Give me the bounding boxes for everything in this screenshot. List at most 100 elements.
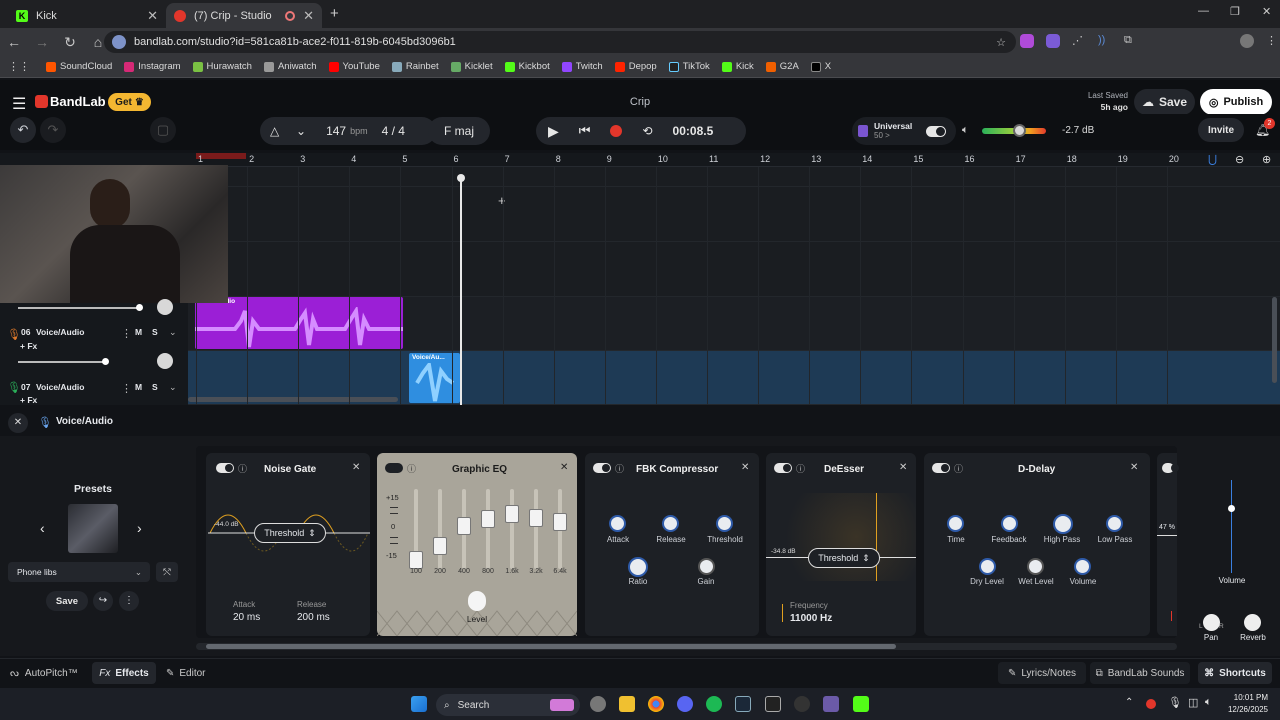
get-membership-button[interactable]: Get ♛ [108,93,151,111]
extensions-puzzle-icon[interactable]: ⧉ [1124,34,1138,48]
track-volume-slider[interactable] [18,304,143,311]
track-menu-icon[interactable]: ⋮ [121,382,132,395]
pan-knob[interactable] [1203,614,1220,631]
forward-icon[interactable]: → [28,34,56,50]
fx-scrollbar-thumb[interactable] [206,644,896,649]
zoom-out-icon[interactable]: ⊖ [1235,153,1244,166]
metronome-menu-icon[interactable]: ⌄ [296,124,306,138]
time-knob[interactable] [947,515,964,532]
bookmark-depop[interactable]: Depop [614,61,657,72]
taskbar-time[interactable]: 10:01 PM [1222,693,1268,702]
eq-slider-handle[interactable] [433,537,447,555]
taskbar-date[interactable]: 12/26/2025 [1218,705,1268,714]
publish-button[interactable]: ◎ Publish [1200,89,1272,115]
epic-games-icon[interactable] [765,696,781,712]
microphone-tray-icon[interactable]: 🎙︎ [1168,696,1182,709]
attack-value[interactable]: 20 ms [233,612,260,623]
eq-slider-handle[interactable] [505,505,519,523]
save-button[interactable]: ☁ Save [1134,89,1195,115]
solo-button[interactable]: S [152,382,158,392]
network-icon[interactable]: ◫ [1188,696,1198,709]
eq-slider-handle[interactable] [529,509,543,527]
feedback-knob[interactable] [1001,515,1018,532]
key-selector[interactable]: F maj [428,117,490,145]
pan-knob[interactable] [157,299,173,315]
close-tab-icon[interactable]: ✕ [147,8,158,24]
gain-knob[interactable] [698,558,715,575]
track-name[interactable]: Voice/Audio [36,382,85,392]
close-effect-icon[interactable]: ✕ [560,462,568,473]
record-button-icon[interactable] [610,125,623,137]
editor-tab[interactable]: ✎ Editor [166,663,206,683]
play-icon[interactable]: ▶ [548,123,559,140]
close-window-icon[interactable]: ✕ [1262,5,1271,18]
close-panel-icon[interactable]: ✕ [8,413,28,433]
tab-kick[interactable]: K Kick ✕ [8,3,166,28]
bookmark-kickbot[interactable]: Kickbot [504,61,550,72]
loop-region[interactable] [196,153,246,159]
bookmark-twitch[interactable]: Twitch [561,61,603,72]
eq-slider-handle[interactable] [481,510,495,528]
track-menu-icon[interactable]: ⋮ [121,327,132,340]
playhead[interactable] [460,177,462,405]
loop-icon[interactable]: ⟲ [642,124,652,138]
close-effect-icon[interactable]: ✕ [899,462,907,473]
speaker-mute-icon[interactable]: 🔈︎ [962,124,969,137]
info-icon[interactable]: ⓘ [615,462,624,475]
previous-preset-icon[interactable]: ‹ [40,520,45,536]
zoom-in-icon[interactable]: ⊕ [1262,153,1271,166]
bookmark-youtube[interactable]: YouTube [328,61,380,72]
wet-level-knob[interactable] [1027,558,1044,575]
close-tab-icon[interactable]: ✕ [303,8,314,24]
magnet-snap-icon[interactable]: ⋃ [1208,153,1217,166]
solo-button[interactable]: S [152,327,158,337]
eq-slider-track[interactable] [510,489,514,569]
preset-more-icon[interactable]: ⋮ [119,591,139,611]
address-bar[interactable]: bandlab.com/studio?id=581ca81b-ace2-f011… [104,31,1016,53]
mute-button[interactable]: M [135,327,142,337]
discord-icon[interactable] [677,696,693,712]
volume-tray-icon[interactable]: 🔈︎ [1205,696,1212,709]
release-knob[interactable] [662,515,679,532]
timeline-ruler[interactable]: 1 2 3 4 5 6 7 8 9 10 11 12 13 14 15 16 17 18 19 20 ⋃ ⊖ ⊕ [188,153,1280,167]
info-icon[interactable]: ⓘ [238,462,247,475]
spotify-icon[interactable] [706,696,722,712]
bookmark-g2a[interactable]: G2A [765,61,799,72]
release-value[interactable]: 200 ms [297,612,330,623]
info-icon[interactable]: ⓘ [796,462,805,475]
low-pass-knob[interactable] [1106,515,1123,532]
eq-slider-handle[interactable] [553,513,567,531]
eq-slider-track[interactable] [486,489,490,569]
bookmark-soundcloud[interactable]: SoundCloud [46,61,112,72]
threshold-knob[interactable] [716,515,733,532]
expand-chevron-icon[interactable]: ⌄ [169,327,177,338]
reload-icon[interactable]: ↻ [56,34,84,51]
track-row-06[interactable]: 🎙︎ 06 Voice/Audio ⋮ M S ⌄ + Fx [0,327,188,381]
volume-slider-handle[interactable] [1013,124,1026,137]
dry-level-knob[interactable] [979,558,996,575]
autopitch-tab[interactable]: ᔓ AutoPitch™ [10,663,78,683]
eq-slider-handle[interactable] [457,517,471,535]
minimize-icon[interactable]: — [1198,5,1209,17]
tray-chevron-icon[interactable]: ⌃ [1125,697,1133,708]
ratio-knob[interactable] [628,557,648,577]
delay-volume-knob[interactable] [1074,558,1091,575]
expand-chevron-icon[interactable]: ⌄ [169,382,177,393]
extension-icon[interactable]: )) [1098,34,1112,48]
track-volume-slider[interactable] [18,358,109,365]
info-icon[interactable]: ⓘ [407,462,416,475]
high-pass-knob[interactable] [1053,514,1073,534]
split-tool-button[interactable]: ▢ [150,117,176,143]
next-preset-icon[interactable]: › [137,520,142,536]
bookmark-aniwatch[interactable]: Aniwatch [263,61,317,72]
bookmark-tiktok[interactable]: TikTok [668,61,710,72]
extension-icon[interactable]: ⋰ [1072,34,1086,48]
taskbar-search[interactable]: ⌕ Search [436,694,580,716]
back-icon[interactable]: ← [0,34,28,50]
bookmark-rainbet[interactable]: Rainbet [391,61,439,72]
master-volume-slider[interactable] [982,124,1046,137]
tab-studio[interactable]: (7) Crip - Studio ✕ [166,3,322,28]
app-icon[interactable] [823,696,839,712]
effects-tab[interactable]: Fx Effects [92,662,156,684]
settings-gear-icon[interactable] [590,696,606,712]
